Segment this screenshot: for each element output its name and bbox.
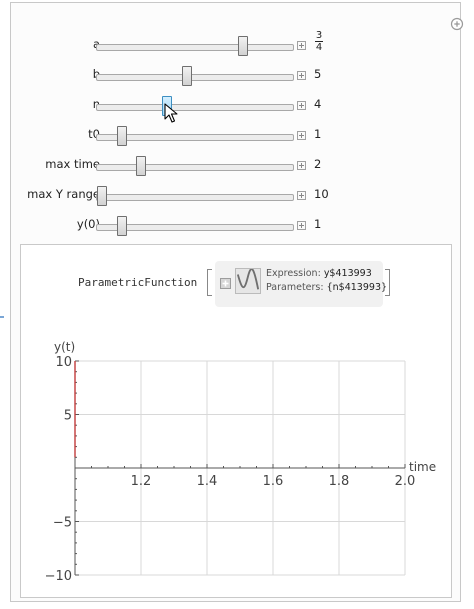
expand-control-icon[interactable] xyxy=(297,221,306,230)
slider-thumb-max-time[interactable] xyxy=(136,156,147,176)
plot: 1.2 1.4 1.6 1.8 2.0 −10 −5 5 10 time y(t) xyxy=(45,340,437,584)
x-axis-label: time xyxy=(409,460,436,474)
slider-thumb-a[interactable] xyxy=(237,36,248,56)
control-label-max-y-range: max Y range xyxy=(27,187,100,201)
y-tick-label: −5 xyxy=(53,516,72,531)
cell-bracket-mark xyxy=(0,316,4,318)
output-pane: ParametricFunction Expression: y$413993 … xyxy=(20,244,452,598)
axes-layer xyxy=(74,360,406,576)
control-row-a: a34 xyxy=(11,30,462,58)
control-row-max-y-range: max Y range 10 xyxy=(11,184,462,208)
control-row-t0: t0 1 xyxy=(11,124,462,148)
manipulate-panel: a34 b5 n4 t01 max time 2 max Y range 10 y(0)1 Pa… xyxy=(10,2,464,602)
y-tick-label: 5 xyxy=(64,409,72,424)
fraction-numerator: 3 xyxy=(315,30,323,41)
x-tick-label: 1.4 xyxy=(197,474,218,489)
expand-control-icon[interactable] xyxy=(297,131,306,140)
fraction-denominator: 4 xyxy=(315,42,323,53)
slider-b[interactable] xyxy=(96,66,294,86)
slider-t0[interactable] xyxy=(96,126,294,146)
slider-max-y-range[interactable] xyxy=(96,186,294,206)
control-value-n: 4 xyxy=(314,97,322,111)
y-axis-label: y(t) xyxy=(54,340,75,354)
control-value-b: 5 xyxy=(314,67,322,81)
slider-max-time[interactable] xyxy=(96,156,294,176)
control-label-max-time: max time xyxy=(45,157,100,171)
control-row-max-time: max time 2 xyxy=(11,154,462,178)
mouse-cursor-icon xyxy=(164,103,178,123)
control-row-n: n4 xyxy=(11,94,462,118)
x-tick-label: 1.6 xyxy=(263,474,284,489)
control-value-y0: 1 xyxy=(314,217,322,231)
expand-control-icon[interactable] xyxy=(297,71,306,80)
x-tick-label: 1.8 xyxy=(329,474,350,489)
slider-thumb-t0[interactable] xyxy=(116,126,127,146)
expand-control-icon[interactable] xyxy=(297,41,306,50)
control-value-max-y-range: 10 xyxy=(314,187,329,201)
x-tick-label: 2.0 xyxy=(395,474,416,489)
control-value-max-time: 2 xyxy=(314,157,322,171)
control-value-t0: 1 xyxy=(314,127,322,141)
slider-thumb-max-y-range[interactable] xyxy=(97,186,107,206)
slider-a[interactable] xyxy=(96,36,294,56)
slider-thumb-b[interactable] xyxy=(181,66,192,86)
control-value-a: 34 xyxy=(314,30,324,53)
expand-control-icon[interactable] xyxy=(297,101,306,110)
y-tick-label: −10 xyxy=(45,569,72,584)
slider-y0[interactable] xyxy=(96,216,294,236)
tick-layer: 1.2 1.4 1.6 1.8 2.0 −10 −5 5 10 xyxy=(45,355,416,584)
expand-control-icon[interactable] xyxy=(297,161,306,170)
x-tick-label: 1.2 xyxy=(131,474,152,489)
slider-n[interactable] xyxy=(96,96,294,116)
slider-thumb-y0[interactable] xyxy=(116,216,127,236)
add-control-icon[interactable] xyxy=(450,17,464,31)
control-row-b: b5 xyxy=(11,64,462,88)
control-row-y0: y(0) 1 xyxy=(11,214,462,238)
y-tick-label: 10 xyxy=(55,355,72,370)
expand-control-icon[interactable] xyxy=(297,191,306,200)
